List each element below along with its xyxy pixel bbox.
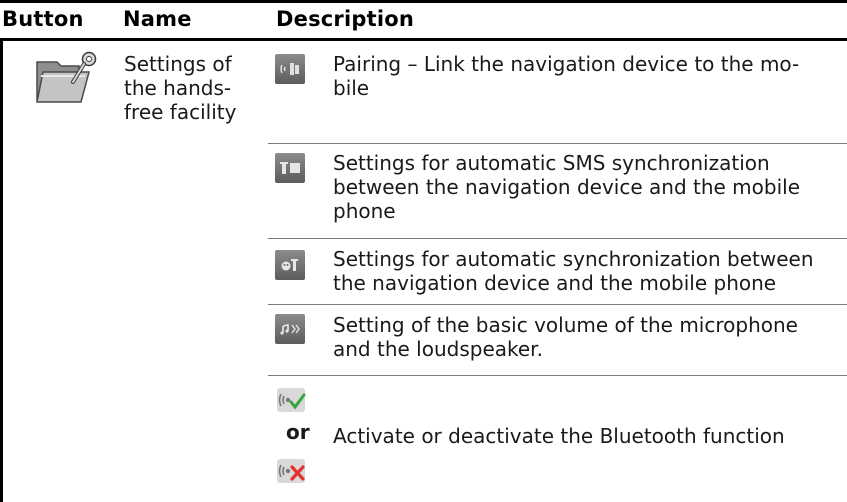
group-name-line: the hands- [124, 76, 232, 100]
volume-icon [275, 314, 305, 344]
group-name: Settings of the hands- free facility [124, 52, 264, 124]
header-description: Description [276, 7, 415, 31]
row-bluetooth-description: Activate or deactivate the Bluetooth fun… [333, 424, 843, 448]
description-line: Activate or deactivate the Bluetooth fun… [333, 424, 785, 448]
left-border [0, 41, 3, 502]
table-header: Button Name Description [0, 0, 847, 41]
row-contacts-sync-description: Settings for automatic synchronization b… [333, 247, 843, 295]
sms-sync-icon [275, 153, 305, 183]
description-line: and the loudspeaker. [333, 337, 543, 361]
folder-settings-icon [36, 51, 97, 103]
bluetooth-off-icon [277, 459, 305, 483]
row-sms-description: Settings for automatic SMS synchronizati… [333, 151, 843, 223]
description-line: phone [333, 199, 396, 223]
contacts-sync-icon [275, 250, 305, 280]
or-label: or [286, 420, 310, 444]
group-name-line: Settings of [124, 52, 232, 76]
phone-pairing-icon [275, 54, 305, 84]
group-name-line: free facility [124, 100, 237, 124]
description-line: Settings for automatic synchronization b… [333, 247, 814, 271]
description-line: bile [333, 76, 370, 100]
description-line: the navigation device and the mobile pho… [333, 271, 777, 295]
row-divider [268, 375, 847, 376]
row-divider [268, 143, 847, 144]
description-line: Setting of the basic volume of the micro… [333, 313, 798, 337]
row-divider [268, 304, 847, 305]
row-volume-description: Setting of the basic volume of the micro… [333, 313, 843, 361]
row-divider [268, 238, 847, 239]
description-line: Settings for automatic SMS synchronizati… [333, 151, 770, 175]
header-button: Button [2, 7, 84, 31]
description-line: Pairing – Link the navigation device to … [333, 52, 800, 76]
row-pairing-description: Pairing – Link the navigation device to … [333, 52, 843, 100]
header-name: Name [123, 7, 192, 31]
description-line: between the navigation device and the mo… [333, 175, 801, 199]
bluetooth-on-icon [277, 388, 306, 412]
